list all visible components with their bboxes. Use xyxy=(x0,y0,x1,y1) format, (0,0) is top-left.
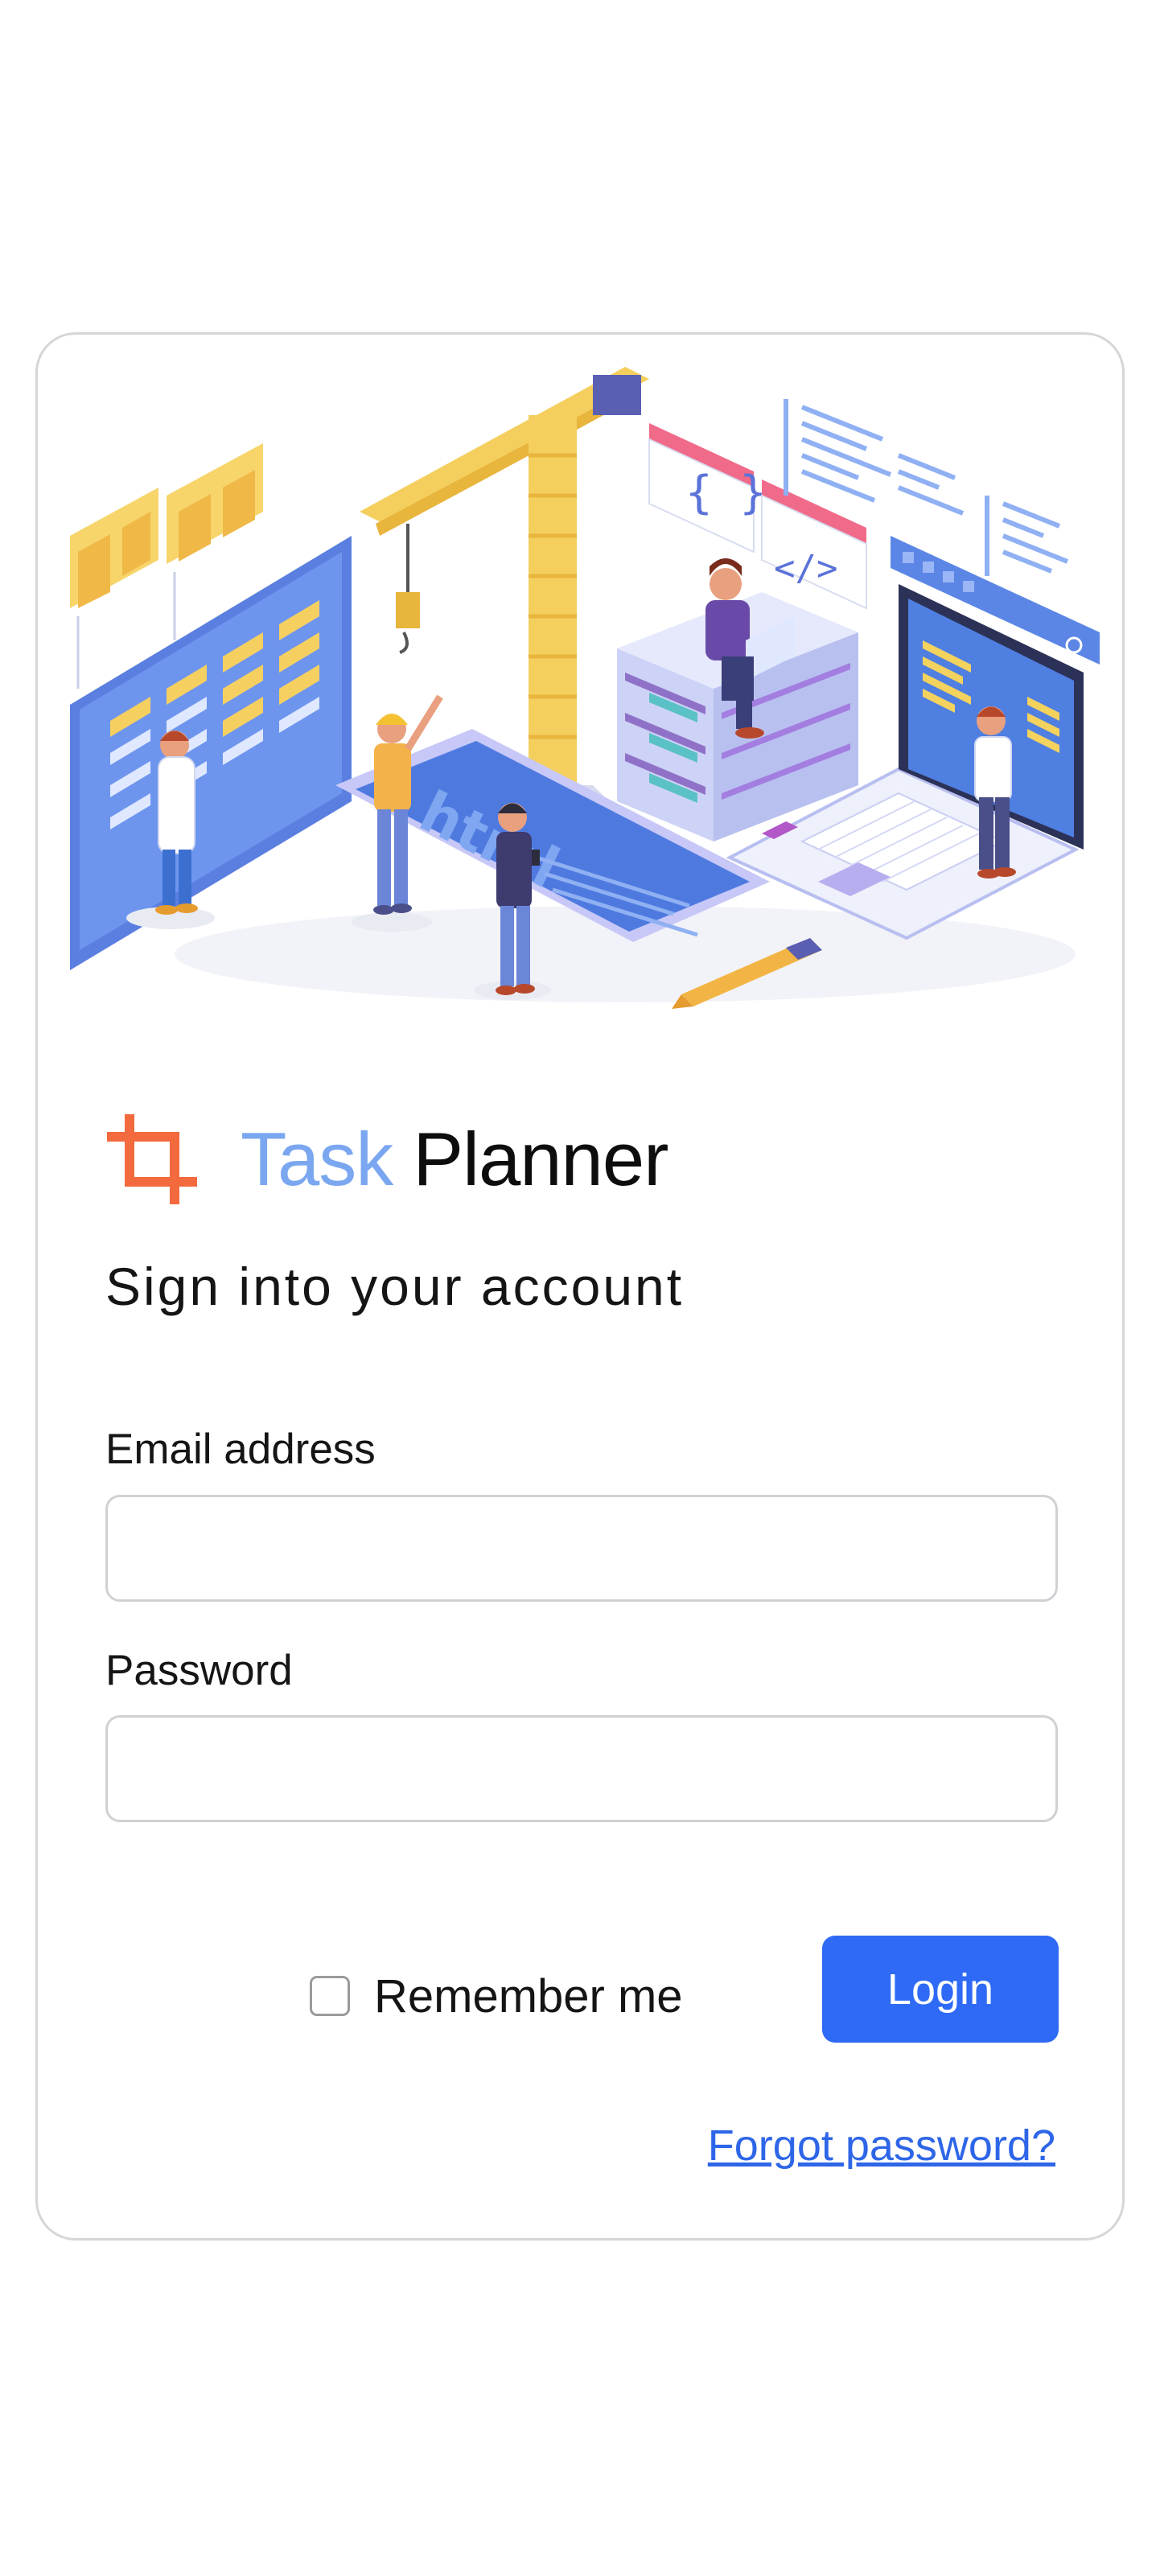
login-card: { } </> html Task Planner Sign into your… xyxy=(35,332,1125,2241)
sign-in-heading: Sign into your account xyxy=(105,1257,685,1316)
app-name-planner: Planner xyxy=(413,1117,668,1201)
app-name-task: Task xyxy=(241,1117,393,1201)
login-button[interactable]: Login xyxy=(822,1936,1059,2043)
code-badge-braces: { } xyxy=(685,467,767,519)
checkbox-icon[interactable] xyxy=(310,1976,350,2016)
kanban-board xyxy=(70,536,352,970)
crop-icon xyxy=(107,1114,197,1204)
remember-me-toggle[interactable]: Remember me xyxy=(310,1956,683,2036)
brand: Task Planner xyxy=(105,1107,668,1212)
code-badge-tags: </> xyxy=(774,548,837,589)
password-label: Password xyxy=(105,1647,293,1694)
password-field[interactable] xyxy=(105,1715,1058,1822)
email-field[interactable] xyxy=(105,1495,1058,1602)
app-name: Task Planner xyxy=(241,1116,668,1203)
email-label: Email address xyxy=(105,1426,376,1473)
team-illustration: { } </> html xyxy=(70,367,1100,1009)
remember-me-label: Remember me xyxy=(374,1969,683,2023)
forgot-password-link[interactable]: Forgot password? xyxy=(708,2121,1055,2171)
